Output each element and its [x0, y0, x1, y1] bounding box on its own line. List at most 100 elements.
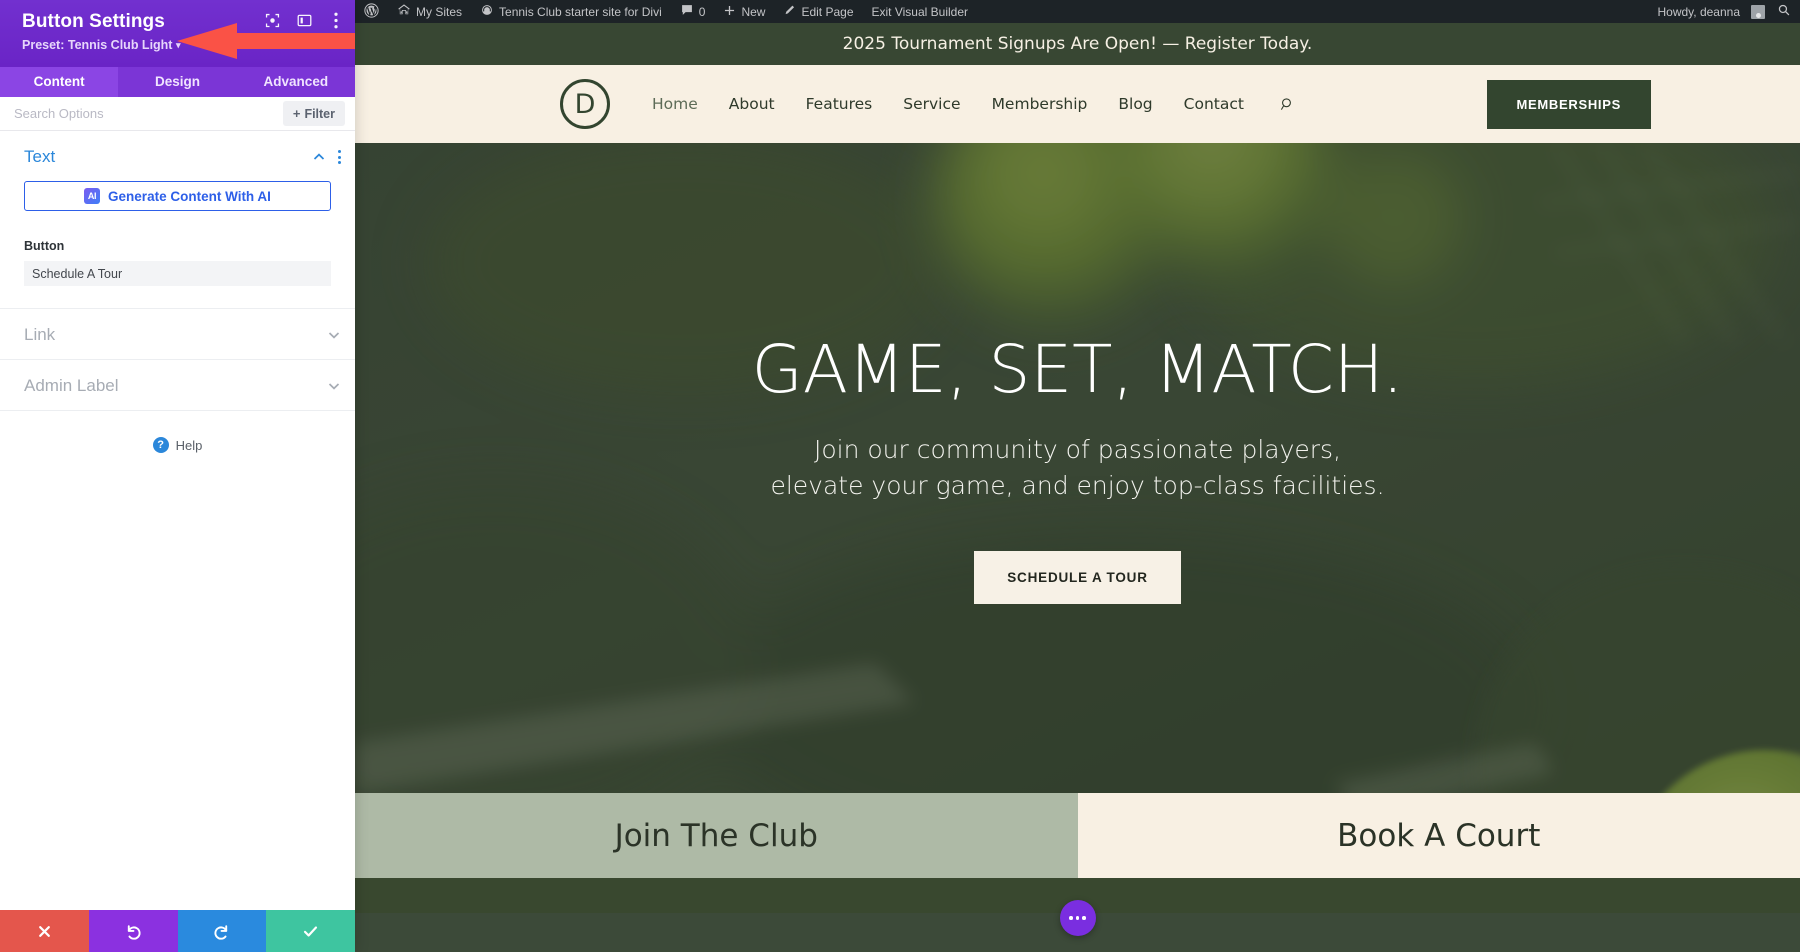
nav-item-features[interactable]: Features [806, 95, 873, 113]
wp-edit-page-label: Edit Page [801, 4, 854, 19]
hero-schedule-a-tour-button[interactable]: SCHEDULE A TOUR [974, 551, 1181, 605]
module-settings-panel: Button Settings Preset: Tennis Club Ligh… [0, 0, 355, 952]
dashboard-icon [480, 3, 494, 20]
wp-site-name-label: Tennis Club starter site for Divi [499, 4, 662, 19]
undo-button[interactable] [88, 910, 178, 952]
plus-icon [723, 4, 736, 20]
focus-target-icon[interactable] [263, 11, 281, 29]
button-text-input[interactable] [24, 261, 331, 286]
announcement-bar: 2025 Tournament Signups Are Open! — Regi… [355, 23, 1800, 65]
wp-site-name[interactable]: Tennis Club starter site for Divi [471, 0, 671, 23]
section-text: Text AI Generate Content With AI Button [0, 131, 355, 309]
filter-button[interactable]: + Filter [282, 101, 345, 126]
settings-panel-header: Button Settings Preset: Tennis Club Ligh… [0, 0, 355, 67]
kebab-menu-icon[interactable] [327, 11, 345, 29]
help-label: Help [175, 437, 203, 453]
comment-bubble-icon [680, 3, 694, 20]
hero-subtitle: Join our community of passionate players… [770, 432, 1384, 503]
promo-book-a-court[interactable]: Book A Court [1077, 793, 1800, 878]
divi-builder-fab[interactable] [1059, 900, 1096, 936]
hero-section: GAME, SET, MATCH. Join our community of … [355, 143, 1800, 793]
nav-item-membership[interactable]: Membership [992, 95, 1088, 113]
cancel-button[interactable] [0, 910, 89, 952]
hero-content: GAME, SET, MATCH. Join our community of … [355, 143, 1800, 793]
tab-advanced[interactable]: Advanced [237, 67, 355, 97]
sites-icon [397, 3, 411, 20]
generate-content-with-ai-label: Generate Content With AI [108, 188, 271, 204]
wp-admin-bar: My Sites Tennis Club starter site for Di… [355, 0, 1800, 23]
announcement-text: 2025 Tournament Signups Are Open! — Regi… [842, 34, 1313, 54]
button-field-label: Button [24, 239, 65, 253]
nav-search-icon[interactable] [1279, 96, 1296, 113]
header-memberships-button[interactable]: MEMBERSHIPS [1486, 79, 1651, 129]
hero-title: GAME, SET, MATCH. [751, 331, 1404, 408]
undo-icon [125, 923, 142, 940]
close-icon [37, 924, 52, 939]
section-admin-label: Admin Label [0, 360, 355, 411]
section-admin-label-label: Admin Label [24, 376, 119, 395]
nav-item-service[interactable]: Service [903, 95, 960, 113]
section-admin-label-header[interactable]: Admin Label [0, 360, 355, 410]
nav-item-contact[interactable]: Contact [1184, 95, 1244, 113]
visual-builder-viewport: 2025 Tournament Signups Are Open! — Regi… [355, 23, 1800, 952]
section-text-menu-icon[interactable] [338, 150, 341, 164]
chevron-down-icon[interactable] [327, 379, 341, 393]
section-link-header[interactable]: Link [0, 309, 355, 359]
section-text-content: AI Generate Content With AI Button [0, 181, 355, 308]
wp-comments[interactable]: 0 [671, 0, 715, 23]
tab-content[interactable]: Content [0, 67, 119, 97]
wp-my-sites-label: My Sites [416, 4, 463, 19]
wp-exit-vb-label: Exit Visual Builder [871, 4, 969, 19]
section-text-header[interactable]: Text [0, 131, 355, 181]
wp-comments-count: 0 [698, 4, 706, 19]
search-options-row: + Filter [0, 97, 355, 131]
preset-label: Preset: Tennis Club Light [22, 38, 173, 52]
wp-account-menu[interactable]: Howdy, deanna [1649, 0, 1769, 23]
chevron-down-icon[interactable] [327, 328, 341, 342]
wp-exit-visual-builder[interactable]: Exit Visual Builder [863, 0, 978, 23]
site-header: D Home About Features Service Membership… [355, 65, 1800, 143]
redo-icon [213, 923, 230, 940]
wp-edit-page[interactable]: Edit Page [774, 0, 862, 23]
promo-row: Join The Club Book A Court [355, 793, 1800, 878]
filter-button-label: Filter [304, 106, 335, 121]
save-button[interactable] [266, 910, 355, 952]
chevron-down-icon: ▾ [175, 40, 181, 50]
tab-design[interactable]: Design [118, 67, 236, 97]
ai-sparkle-icon: AI [84, 188, 101, 204]
help-link[interactable]: ? Help [0, 411, 355, 453]
preset-selector[interactable]: Preset: Tennis Club Light ▾ [22, 38, 341, 54]
section-link: Link [0, 309, 355, 360]
settings-header-icons [263, 11, 345, 29]
pencil-icon [783, 4, 796, 20]
help-question-icon: ? [152, 437, 169, 453]
primary-navigation: Home About Features Service Membership B… [652, 95, 1296, 113]
site-logo-letter: D [574, 88, 596, 120]
redo-button[interactable] [177, 910, 267, 952]
search-input[interactable] [14, 106, 275, 121]
nav-item-blog[interactable]: Blog [1118, 95, 1152, 113]
wp-logo-menu[interactable] [355, 0, 388, 23]
settings-panel-body: Text AI Generate Content With AI Button [0, 131, 355, 910]
search-icon [1777, 3, 1791, 20]
section-link-label: Link [24, 325, 56, 344]
nav-item-home[interactable]: Home [652, 95, 698, 113]
chevron-up-icon[interactable] [312, 150, 326, 164]
settings-panel-footer [0, 910, 355, 952]
wp-admin-bar-right: Howdy, deanna [1649, 0, 1800, 23]
plus-icon: + [292, 106, 301, 121]
wp-new-label: New [741, 4, 766, 19]
wordpress-logo-icon [364, 2, 379, 21]
settings-tabs: Content Design Advanced [0, 67, 355, 97]
generate-content-with-ai-button[interactable]: AI Generate Content With AI [24, 181, 331, 211]
wp-my-sites[interactable]: My Sites [388, 0, 471, 23]
wp-new-content[interactable]: New [714, 0, 774, 23]
wp-search-button[interactable] [1768, 0, 1800, 23]
wp-howdy-label: Howdy, deanna [1657, 4, 1741, 19]
avatar [1745, 4, 1765, 19]
promo-join-the-club[interactable]: Join The Club [355, 793, 1078, 878]
check-icon [302, 923, 319, 940]
layout-toggle-icon[interactable] [295, 11, 313, 29]
nav-item-about[interactable]: About [729, 95, 775, 113]
site-logo[interactable]: D [560, 79, 610, 129]
